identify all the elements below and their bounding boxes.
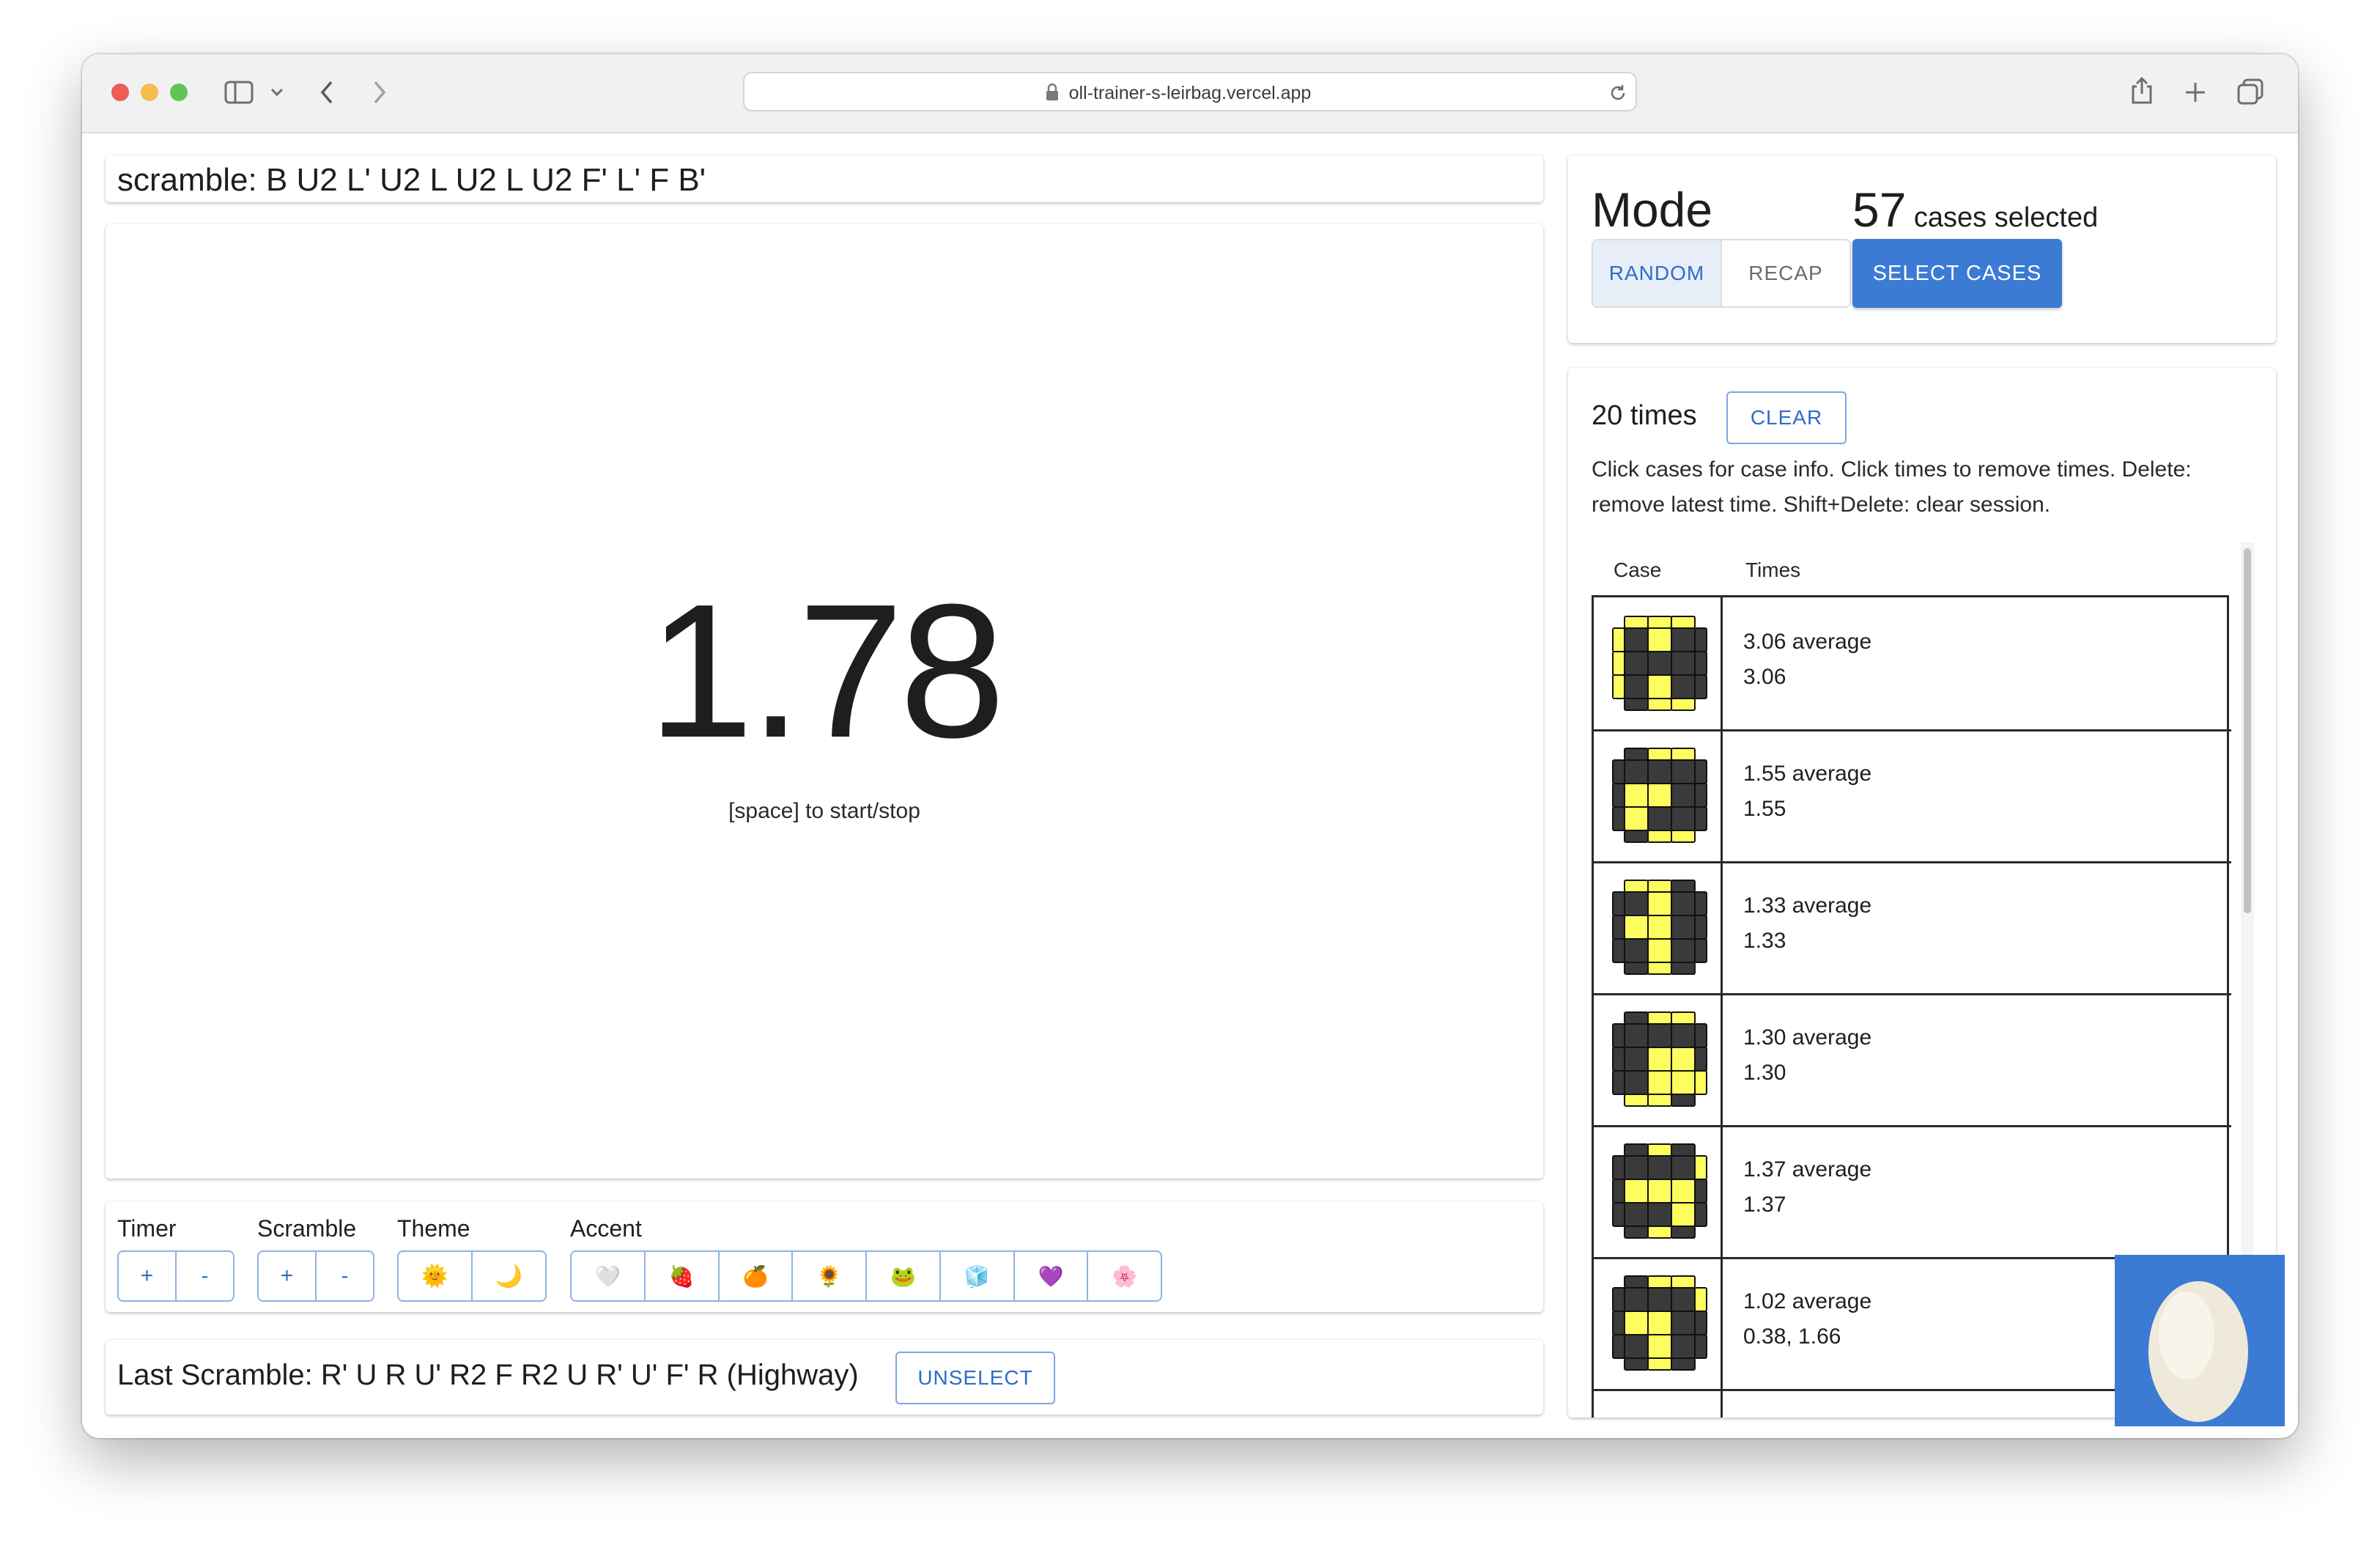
table-scrollbar[interactable]	[2241, 542, 2254, 1363]
case-average: 1.33 average	[1743, 893, 1872, 918]
case-row[interactable]: 1.33 average 1.33	[1594, 861, 2231, 995]
help-text-line-1: Click cases for case info. Click times t…	[1592, 457, 2192, 482]
oll-case-diagram-icon[interactable]	[1610, 1009, 1710, 1109]
column-divider	[1721, 597, 1723, 1418]
chevron-down-icon[interactable]	[270, 86, 284, 98]
timer-size-group: + -	[117, 1250, 234, 1302]
case-row[interactable]: 3.06 average 3.06	[1594, 597, 2231, 731]
recap-mode-button[interactable]: RECAP	[1722, 240, 1849, 306]
case-average: 1.37 average	[1743, 1157, 1872, 1182]
random-mode-button[interactable]: RANDOM	[1593, 240, 1722, 306]
scramble-size-group: + -	[257, 1250, 374, 1302]
reload-icon[interactable]	[1608, 83, 1628, 103]
accent-white-button[interactable]: 🤍	[572, 1252, 646, 1300]
times-count: 20 times	[1592, 400, 1697, 431]
cases-selected-label: cases selected	[1913, 202, 2099, 233]
scramble-increase-button[interactable]: +	[259, 1252, 317, 1300]
accent-blossom-button[interactable]: 🌸	[1088, 1252, 1161, 1300]
mode-toggle-group: RANDOM RECAP	[1592, 239, 1851, 308]
floating-avatar-widget[interactable]	[2115, 1255, 2285, 1426]
share-icon[interactable]	[2129, 76, 2154, 106]
timer-hint: [space] to start/stop	[728, 799, 920, 823]
light-theme-button[interactable]: 🌞	[399, 1252, 473, 1300]
last-scramble-text: Last Scramble: R' U R U' R2 F R2 U R' U'…	[117, 1359, 859, 1391]
mode-card: Mode RANDOM RECAP 57 cases selected SELE…	[1568, 155, 2276, 343]
select-cases-button[interactable]: SELECT CASES	[1852, 239, 2062, 308]
browser-window: oll-trainer-s-leirbag.vercel.app scrambl…	[82, 54, 2298, 1438]
zoom-window-button[interactable]	[170, 84, 188, 101]
case-times-list[interactable]: 1.37	[1743, 1193, 1786, 1217]
accent-frog-button[interactable]: 🐸	[867, 1252, 941, 1300]
browser-toolbar: oll-trainer-s-leirbag.vercel.app	[82, 54, 2298, 133]
settings-card: Timer Scramble Theme Accent + - + - 🌞 🌙 …	[106, 1202, 1543, 1312]
tab-overview-icon[interactable]	[2236, 78, 2264, 106]
oll-case-diagram-icon[interactable]	[1610, 1273, 1710, 1373]
help-text-line-2: remove latest time. Shift+Delete: clear …	[1592, 493, 2051, 517]
scramble-decrease-button[interactable]: -	[317, 1252, 373, 1300]
dark-theme-button[interactable]: 🌙	[473, 1252, 545, 1300]
case-times-list[interactable]: 1.30	[1743, 1061, 1786, 1086]
case-average: 1.55 average	[1743, 762, 1872, 786]
case-row[interactable]: 1.55 average 1.55	[1594, 729, 2231, 863]
accent-group: 🤍 🍓 🍊 🌻 🐸 🧊 💜 🌸	[570, 1250, 1162, 1302]
times-column-header: Times	[1745, 559, 1801, 581]
accent-sunflower-button[interactable]: 🌻	[793, 1252, 867, 1300]
mode-title: Mode	[1592, 183, 1713, 237]
accent-purple-heart-button[interactable]: 💜	[1015, 1252, 1089, 1300]
case-row[interactable]: 1.37 average 1.37	[1594, 1125, 2231, 1259]
address-bar[interactable]: oll-trainer-s-leirbag.vercel.app	[743, 72, 1637, 111]
scramble-label: Scramble	[257, 1215, 357, 1242]
sidebar-toggle-icon[interactable]	[224, 81, 254, 104]
egg-icon	[2148, 1281, 2248, 1422]
table-header: Case Times	[1592, 542, 2229, 597]
case-row[interactable]: 1.30 average 1.30	[1594, 993, 2231, 1127]
accent-label: Accent	[570, 1215, 642, 1242]
theme-label: Theme	[397, 1215, 470, 1242]
back-arrow-icon[interactable]	[318, 79, 336, 106]
case-times-list[interactable]: 1.33	[1743, 929, 1786, 954]
timer-decrease-button[interactable]: -	[177, 1252, 233, 1300]
scramble-card: scramble: B U2 L' U2 L U2 L U2 F' L' F B…	[106, 155, 1543, 202]
timer-label: Timer	[117, 1215, 177, 1242]
minimize-window-button[interactable]	[141, 84, 158, 101]
case-times-list[interactable]: 1.55	[1743, 797, 1786, 822]
timer-card[interactable]: 1.78 [space] to start/stop	[106, 224, 1543, 1179]
forward-arrow-icon[interactable]	[371, 79, 388, 106]
oll-case-diagram-icon[interactable]	[1610, 1141, 1710, 1241]
case-column-header: Case	[1614, 559, 1662, 581]
case-times-list[interactable]: 0.38, 1.66	[1743, 1324, 1841, 1349]
oll-case-diagram-icon[interactable]	[1610, 745, 1710, 845]
close-window-button[interactable]	[111, 84, 129, 101]
case-times-list[interactable]: 3.06	[1743, 665, 1786, 690]
scramble-text: scramble: B U2 L' U2 L U2 L U2 F' L' F B…	[117, 162, 706, 198]
accent-ice-button[interactable]: 🧊	[941, 1252, 1015, 1300]
unselect-button[interactable]: UNSELECT	[895, 1352, 1055, 1404]
url-text: oll-trainer-s-leirbag.vercel.app	[1068, 83, 1312, 103]
last-scramble-card: Last Scramble: R' U R U' R2 F R2 U R' U'…	[106, 1340, 1543, 1415]
clear-times-button[interactable]: CLEAR	[1726, 391, 1847, 444]
scrollbar-thumb[interactable]	[2244, 548, 2251, 913]
case-average: 1.30 average	[1743, 1025, 1872, 1050]
timer-increase-button[interactable]: +	[119, 1252, 177, 1300]
cases-selected-summary: 57 cases selected	[1852, 182, 2098, 237]
oll-case-diagram-icon[interactable]	[1610, 877, 1710, 977]
case-average: 3.06 average	[1743, 630, 1872, 654]
new-tab-icon[interactable]	[2184, 81, 2207, 104]
timer-display: 1.78	[647, 565, 1005, 778]
oll-case-diagram-icon[interactable]	[1610, 613, 1710, 713]
accent-strawberry-button[interactable]: 🍓	[646, 1252, 720, 1300]
theme-group: 🌞 🌙	[397, 1250, 547, 1302]
cases-selected-count: 57	[1852, 183, 1907, 237]
accent-orange-button[interactable]: 🍊	[720, 1252, 794, 1300]
case-average: 1.02 average	[1743, 1289, 1872, 1313]
